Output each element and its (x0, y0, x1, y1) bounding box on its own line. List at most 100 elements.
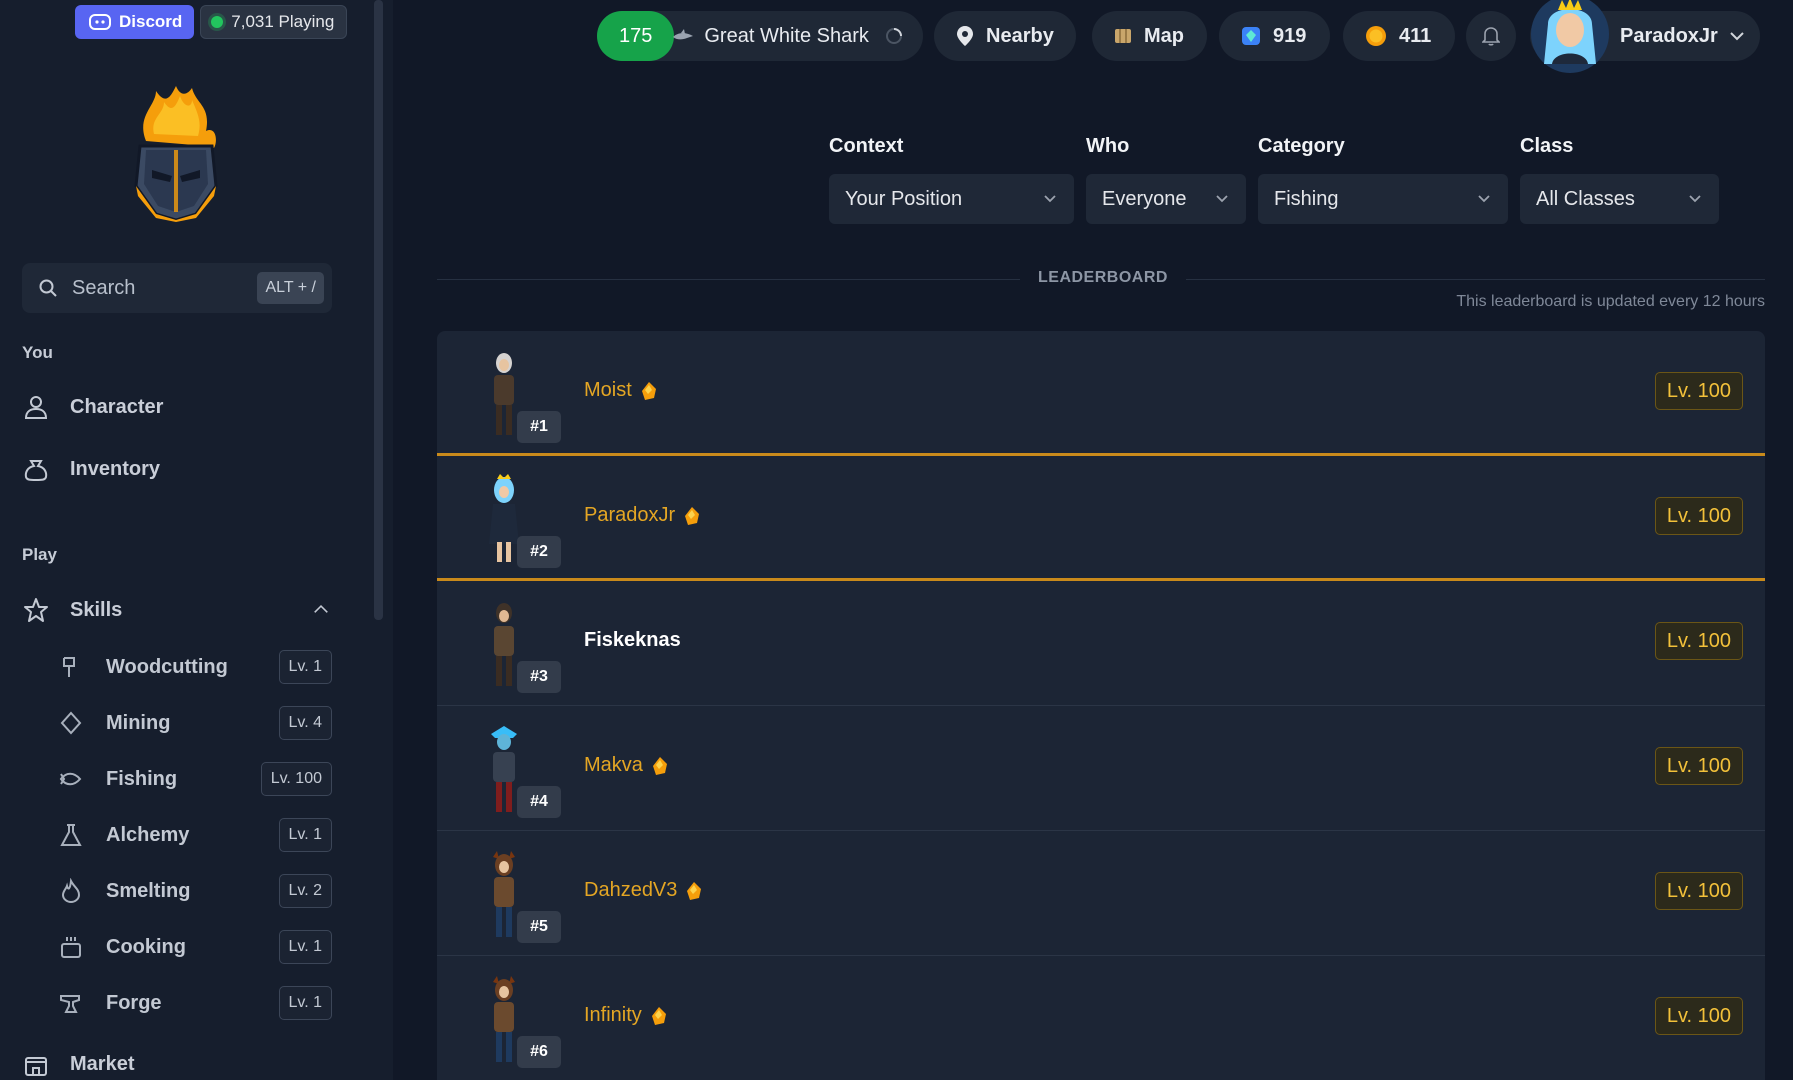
class-filter-label: Class (1520, 135, 1574, 157)
user-menu[interactable]: ParadoxJr (1530, 0, 1760, 73)
nav-item-skills[interactable]: Skills (22, 596, 332, 624)
gold-counter[interactable]: 411 (1343, 11, 1456, 61)
anvil-icon (60, 995, 80, 1013)
player-name[interactable]: Infinity (584, 1004, 668, 1027)
discord-button[interactable]: Discord (75, 5, 195, 39)
class-select[interactable]: All Classes (1520, 174, 1719, 224)
player-name[interactable]: Fiskeknas (584, 629, 681, 652)
username-label: ParadoxJr (1620, 24, 1718, 47)
category-select[interactable]: Fishing (1258, 174, 1508, 224)
skill-name: Alchemy (106, 823, 190, 846)
loading-spinner-icon (885, 28, 902, 44)
rank-badge: #4 (517, 786, 561, 818)
skill-level-badge: Lv. 1 (278, 818, 332, 852)
skill-level-badge: Lv. 4 (278, 706, 332, 740)
player-level-badge: Lv. 100 (1654, 747, 1743, 785)
axe-icon (63, 657, 75, 677)
pot-icon (61, 937, 81, 958)
gold-coin-icon (1366, 26, 1386, 46)
player-name-text: DahzedV3 (584, 879, 678, 901)
player-level-badge: Lv. 100 (1654, 372, 1743, 410)
skill-item-alchemy[interactable]: Alchemy Lv. 1 (58, 817, 332, 853)
leaderboard-row[interactable]: #5 DahzedV3 Lv. 100 (437, 831, 1765, 956)
bell-icon (1482, 27, 1500, 46)
skill-level-badge: Lv. 1 (278, 930, 332, 964)
who-select[interactable]: Everyone (1086, 174, 1246, 224)
nav-label-character: Character (70, 395, 164, 418)
sidebar-scrollbar[interactable] (374, 0, 383, 620)
rank-badge: #3 (517, 661, 561, 693)
gold-nugget-icon (685, 506, 700, 525)
player-level-badge: Lv. 100 (1654, 872, 1743, 910)
gold-nugget-icon (641, 381, 656, 400)
leaderboard-row[interactable]: #6 Infinity Lv. 100 (437, 956, 1765, 1080)
current-activity-pill[interactable]: 175 Great White Shark (597, 11, 923, 61)
nav-item-character[interactable]: Character (22, 393, 163, 421)
shark-icon (673, 29, 694, 40)
skill-item-woodcutting[interactable]: Woodcutting Lv. 1 (58, 649, 332, 685)
online-dot-icon (211, 16, 224, 28)
chevron-down-icon (1689, 195, 1701, 203)
map-button[interactable]: Map (1092, 11, 1207, 61)
who-select-value: Everyone (1102, 187, 1187, 210)
chevron-up-icon[interactable] (310, 599, 332, 621)
skill-item-smelting[interactable]: Smelting Lv. 2 (58, 873, 332, 909)
rank-badge: #5 (517, 911, 561, 943)
leaderboard-row[interactable]: #2 ParadoxJr Lv. 100 (437, 456, 1765, 581)
gold-amount: 411 (1399, 24, 1432, 47)
gem-currency-icon (1242, 27, 1260, 45)
skill-item-cooking[interactable]: Cooking Lv. 1 (58, 929, 332, 965)
search-icon (39, 279, 57, 297)
nav-item-market[interactable]: Market (22, 1050, 134, 1078)
context-select[interactable]: Your Position (829, 174, 1074, 224)
skill-name: Cooking (106, 935, 186, 958)
who-filter-label: Who (1086, 135, 1130, 157)
skill-item-fishing[interactable]: Fishing Lv. 100 (58, 761, 332, 797)
chevron-down-icon (1730, 32, 1744, 41)
skill-item-forge[interactable]: Forge Lv. 1 (58, 985, 332, 1021)
chevron-down-icon (1044, 195, 1056, 203)
player-name[interactable]: Makva (584, 754, 669, 777)
gold-nugget-icon (687, 881, 702, 900)
bag-icon (24, 460, 48, 481)
game-logo-icon (134, 86, 218, 222)
nav-label-market: Market (70, 1052, 135, 1075)
context-select-value: Your Position (845, 187, 963, 210)
nav-label-skills: Skills (70, 598, 123, 621)
top-badges: Discord 7,031 Playing (75, 5, 348, 39)
sidebar: Discord 7,031 Playing Search ALT + / You… (0, 0, 393, 1080)
gems-amount: 919 (1273, 24, 1307, 47)
leaderboard-row[interactable]: #3 Fiskeknas Lv. 100 (437, 581, 1765, 706)
player-name-text: ParadoxJr (584, 504, 676, 526)
skill-level-badge: Lv. 100 (260, 762, 332, 796)
user-avatar (1531, 0, 1609, 73)
skill-name: Woodcutting (106, 655, 228, 678)
skill-name: Mining (106, 711, 171, 734)
leaderboard-row[interactable]: #4 Makva Lv. 100 (437, 706, 1765, 831)
gems-counter[interactable]: 919 (1219, 11, 1331, 61)
leaderboard-list: #1 Moist Lv. 100 #2 ParadoxJr Lv. 100 #3… (437, 331, 1765, 1080)
map-icon (1115, 29, 1131, 43)
player-name[interactable]: ParadoxJr (584, 504, 701, 527)
nav-item-inventory[interactable]: Inventory (22, 455, 160, 483)
section-label-play: Play (22, 545, 57, 564)
gold-nugget-icon (652, 756, 667, 775)
skill-item-mining[interactable]: Mining Lv. 4 (58, 705, 332, 741)
gem-icon (60, 711, 82, 735)
search-input[interactable]: Search (72, 277, 257, 300)
search-shortcut-hint: ALT + / (257, 272, 324, 304)
player-name[interactable]: Moist (584, 379, 658, 402)
discord-label: Discord (119, 12, 183, 31)
skill-name: Fishing (106, 767, 178, 790)
nearby-button[interactable]: Nearby (934, 11, 1076, 61)
rank-badge: #2 (517, 536, 561, 568)
player-name[interactable]: DahzedV3 (584, 879, 703, 902)
leaderboard-row[interactable]: #1 Moist Lv. 100 (437, 331, 1765, 456)
rank-badge: #6 (517, 1036, 561, 1068)
flask-icon (60, 824, 82, 846)
activity-name: Great White Shark (704, 24, 869, 47)
player-level-badge: Lv. 100 (1654, 622, 1743, 660)
notifications-button[interactable] (1466, 11, 1516, 61)
skill-level-badge: Lv. 1 (278, 986, 332, 1020)
search-bar[interactable]: Search ALT + / (22, 263, 332, 313)
